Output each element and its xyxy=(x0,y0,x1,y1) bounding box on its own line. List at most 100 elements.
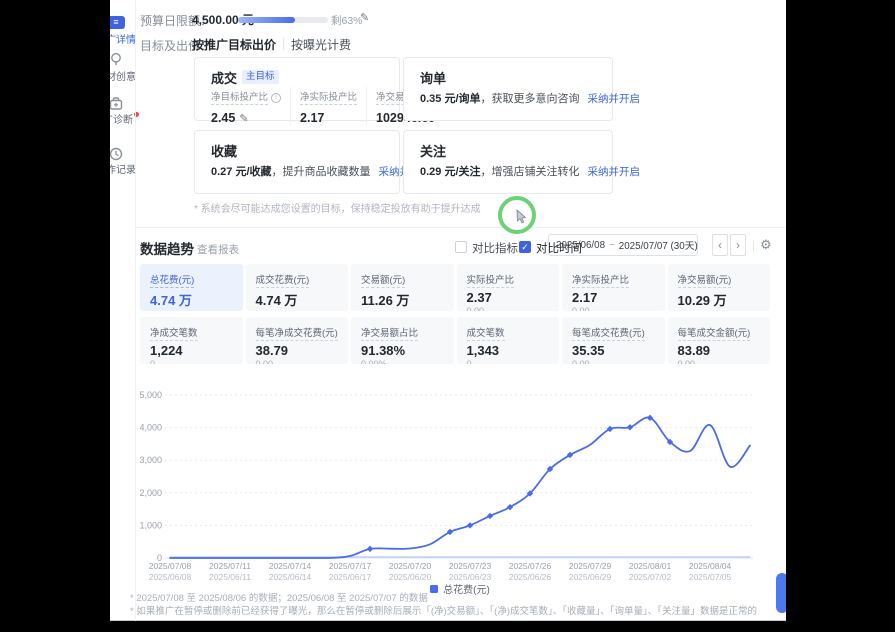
metric-card-10[interactable]: 每笔成交花费(元)35.350.00 xyxy=(562,317,665,364)
metric-card-6[interactable]: 净成交笔数1,2240 xyxy=(140,317,243,364)
trend-line-chart: 01,0002,0003,0004,0005,0002025/07/082025… xyxy=(135,385,785,585)
metric-card-7[interactable]: 每笔净成交花费(元)38.790.00 xyxy=(246,317,349,364)
metric-card-label: 净交易额占比 xyxy=(361,325,418,341)
metric-card-compare-value: 0.00 xyxy=(256,310,339,311)
budget-progress-fill xyxy=(238,17,295,23)
metric-card-value: 2.37 xyxy=(467,290,550,305)
letterbox-right xyxy=(786,0,895,632)
chart-footnote-paused: * 如果推广在暂停或删除前已经获得了曝光，那么在暂停或删除后展示「(净)交易额」… xyxy=(130,603,757,617)
metric-card-label: 每笔成交金额(元) xyxy=(678,325,751,341)
goal-card-deal-title: 成交 xyxy=(211,68,237,87)
tab-divider: | xyxy=(282,36,285,50)
metric-card-4[interactable]: 净实际投产比 2.170.00 xyxy=(562,264,665,311)
trend-section-title: 数据趋势 xyxy=(140,238,194,258)
budget-remaining-label: 剩63% xyxy=(331,13,363,28)
edit-target-roi-pencil-icon[interactable]: ✎ xyxy=(239,113,248,125)
metric-card-compare-value: 0.00 xyxy=(678,310,761,311)
metric-card-compare-value: 0 xyxy=(150,359,233,364)
compare-metric-label[interactable]: 对比指标 xyxy=(472,240,518,256)
metric-card-compare-value: 0.00 xyxy=(467,306,550,311)
metric-card-value: 83.89 xyxy=(678,343,761,358)
svg-text:1,000: 1,000 xyxy=(139,520,162,530)
metric-card-grid: 总花费(元)4.74 万0.00成交花费(元)4.74 万0.00交易额(元)1… xyxy=(140,264,770,364)
legend-label[interactable]: 总花费(元) xyxy=(443,581,490,596)
metric-card-compare-value: 0.00 xyxy=(150,310,233,311)
date-range-start: 2025/06/08 xyxy=(556,240,605,251)
goal-card-favorite: 收藏 0.27 元/收藏，提升商品收藏数量采纳并开启 xyxy=(194,130,400,194)
prev-period-button[interactable]: ‹ xyxy=(712,234,728,256)
goal-card-follow-desc: 0.29 元/关注，增强店铺关注转化采纳并开启 xyxy=(420,163,640,179)
svg-text:2025/07/26: 2025/07/26 xyxy=(509,561,552,571)
budget-edit-pencil-icon[interactable]: ✎ xyxy=(360,11,369,24)
goal-card-favorite-title: 收藏 xyxy=(211,141,237,160)
metric-card-value: 1,343 xyxy=(467,343,550,358)
screenshot-root: ≡推广详情素材创意推广诊断操作记录 预算日限额： 4,500.00 元 剩63%… xyxy=(0,0,895,632)
metric-card-label: 成交花费(元) xyxy=(256,272,310,288)
metric-card-9[interactable]: 成交笔数1,3430 xyxy=(457,317,560,364)
legend-swatch xyxy=(430,585,438,593)
section-divider xyxy=(135,227,786,228)
metric-card-label: 每笔净成交花费(元) xyxy=(256,325,338,341)
svg-text:2025/07/11: 2025/07/11 xyxy=(209,561,251,571)
svg-text:3,000: 3,000 xyxy=(139,455,162,465)
date-range-separator: ~ xyxy=(609,240,615,251)
gear-icon[interactable]: ⚙ xyxy=(760,237,772,253)
goal-card-deal: 成交 主目标 净目标投产比i 2.45✎ 净实际投产比 2.17 净交易额(元)… xyxy=(194,57,400,121)
tab-bid-by-impression[interactable]: 按曝光计费 xyxy=(291,36,351,53)
goal-card-deal-metrics: 净目标投产比i 2.45✎ 净实际投产比 2.17 净交易额(元) 102946… xyxy=(211,87,393,125)
metric-card-label: 每笔成交花费(元) xyxy=(572,325,645,341)
svg-text:5,000: 5,000 xyxy=(139,390,162,400)
compare-time-checkbox[interactable]: ✓ xyxy=(519,241,531,253)
svg-text:2025/07/17: 2025/07/17 xyxy=(329,561,372,571)
goal-card-inquiry: 询单 0.35 元/询单，获取更多意向咨询采纳并开启 xyxy=(403,57,613,121)
metric-card-value: 4.74 万 xyxy=(256,290,339,309)
info-icon[interactable]: i xyxy=(271,93,281,103)
goal-card-follow-title: 关注 xyxy=(420,141,446,160)
metric-card-5[interactable]: 净交易额(元)10.29 万0.00 xyxy=(668,264,771,311)
metric-card-3[interactable]: 实际投产比2.370.00 xyxy=(457,264,560,311)
adopt-enable-link[interactable]: 采纳并开启 xyxy=(588,93,641,105)
controls-divider: | xyxy=(752,238,755,252)
svg-text:2025/07/29: 2025/07/29 xyxy=(569,561,612,571)
letterbox-left xyxy=(0,0,110,632)
metric-card-8[interactable]: 净交易额占比 91.38%0.00% xyxy=(351,317,454,364)
primary-goal-badge: 主目标 xyxy=(242,70,279,84)
goal-card-inquiry-title: 询单 xyxy=(420,68,446,87)
metric-card-2[interactable]: 交易额(元) 11.26 万0.00 xyxy=(351,264,454,311)
goal-card-follow: 关注 0.29 元/关注，增强店铺关注转化采纳并开启 xyxy=(403,130,613,194)
metric-card-compare-value: 0.00% xyxy=(361,359,444,364)
compare-metric-checkbox[interactable] xyxy=(455,241,467,253)
metric-card-compare-value: 0 xyxy=(467,359,550,364)
adopt-enable-link[interactable]: 采纳并开启 xyxy=(588,166,641,178)
svg-text:2025/07/08: 2025/07/08 xyxy=(149,561,192,571)
metric-card-value: 91.38% xyxy=(361,343,444,358)
metric-card-label: 净交易额(元) xyxy=(678,272,732,288)
metric-card-1[interactable]: 成交花费(元) 4.74 万0.00 xyxy=(246,264,349,311)
metric-card-value: 2.17 xyxy=(572,290,655,305)
metric-card-value: 4.74 万 xyxy=(150,290,233,309)
svg-text:2025/07/20: 2025/07/20 xyxy=(389,561,432,571)
svg-text:2025/08/04: 2025/08/04 xyxy=(689,561,732,571)
svg-text:4,000: 4,000 xyxy=(139,423,162,433)
deal-metric-actual-roi: 净实际投产比 2.17 xyxy=(290,87,366,125)
tab-bid-by-goal[interactable]: 按推广目标出价 xyxy=(192,36,276,53)
metric-card-compare-value: 0.00 xyxy=(256,359,339,364)
view-report-link[interactable]: 查看报表 xyxy=(197,242,239,257)
metric-card-label: 净实际投产比 xyxy=(572,272,629,288)
metric-card-compare-value: 0.00 xyxy=(572,306,655,311)
chart-footnote-periods: * 2025/07/08 至 2025/08/06 的数据；2025/06/08… xyxy=(130,590,428,604)
date-range-input[interactable]: 2025/06/08 ~ 2025/07/07 (30天) xyxy=(548,234,698,256)
metric-card-value: 11.26 万 xyxy=(361,290,444,309)
metric-card-label: 交易额(元) xyxy=(361,272,405,288)
metric-card-0[interactable]: 总花费(元) 4.74 万0.00 xyxy=(140,264,243,311)
date-range-end: 2025/07/07 (30天) xyxy=(619,238,698,252)
goal-card-inquiry-desc: 0.35 元/询单，获取更多意向咨询采纳并开启 xyxy=(420,90,640,106)
metric-card-value: 35.35 xyxy=(572,343,655,358)
metric-card-label: 总花费(元) xyxy=(150,272,194,288)
metric-card-11[interactable]: 每笔成交金额(元)83.890.00 xyxy=(668,317,771,364)
svg-text:2025/07/14: 2025/07/14 xyxy=(269,561,312,571)
svg-text:2025/08/01: 2025/08/01 xyxy=(629,561,672,571)
next-period-button[interactable]: › xyxy=(730,234,746,256)
metric-card-compare-value: 0.00 xyxy=(361,310,444,311)
goal-card-favorite-desc: 0.27 元/收藏，提升商品收藏数量采纳并开启 xyxy=(211,163,431,179)
